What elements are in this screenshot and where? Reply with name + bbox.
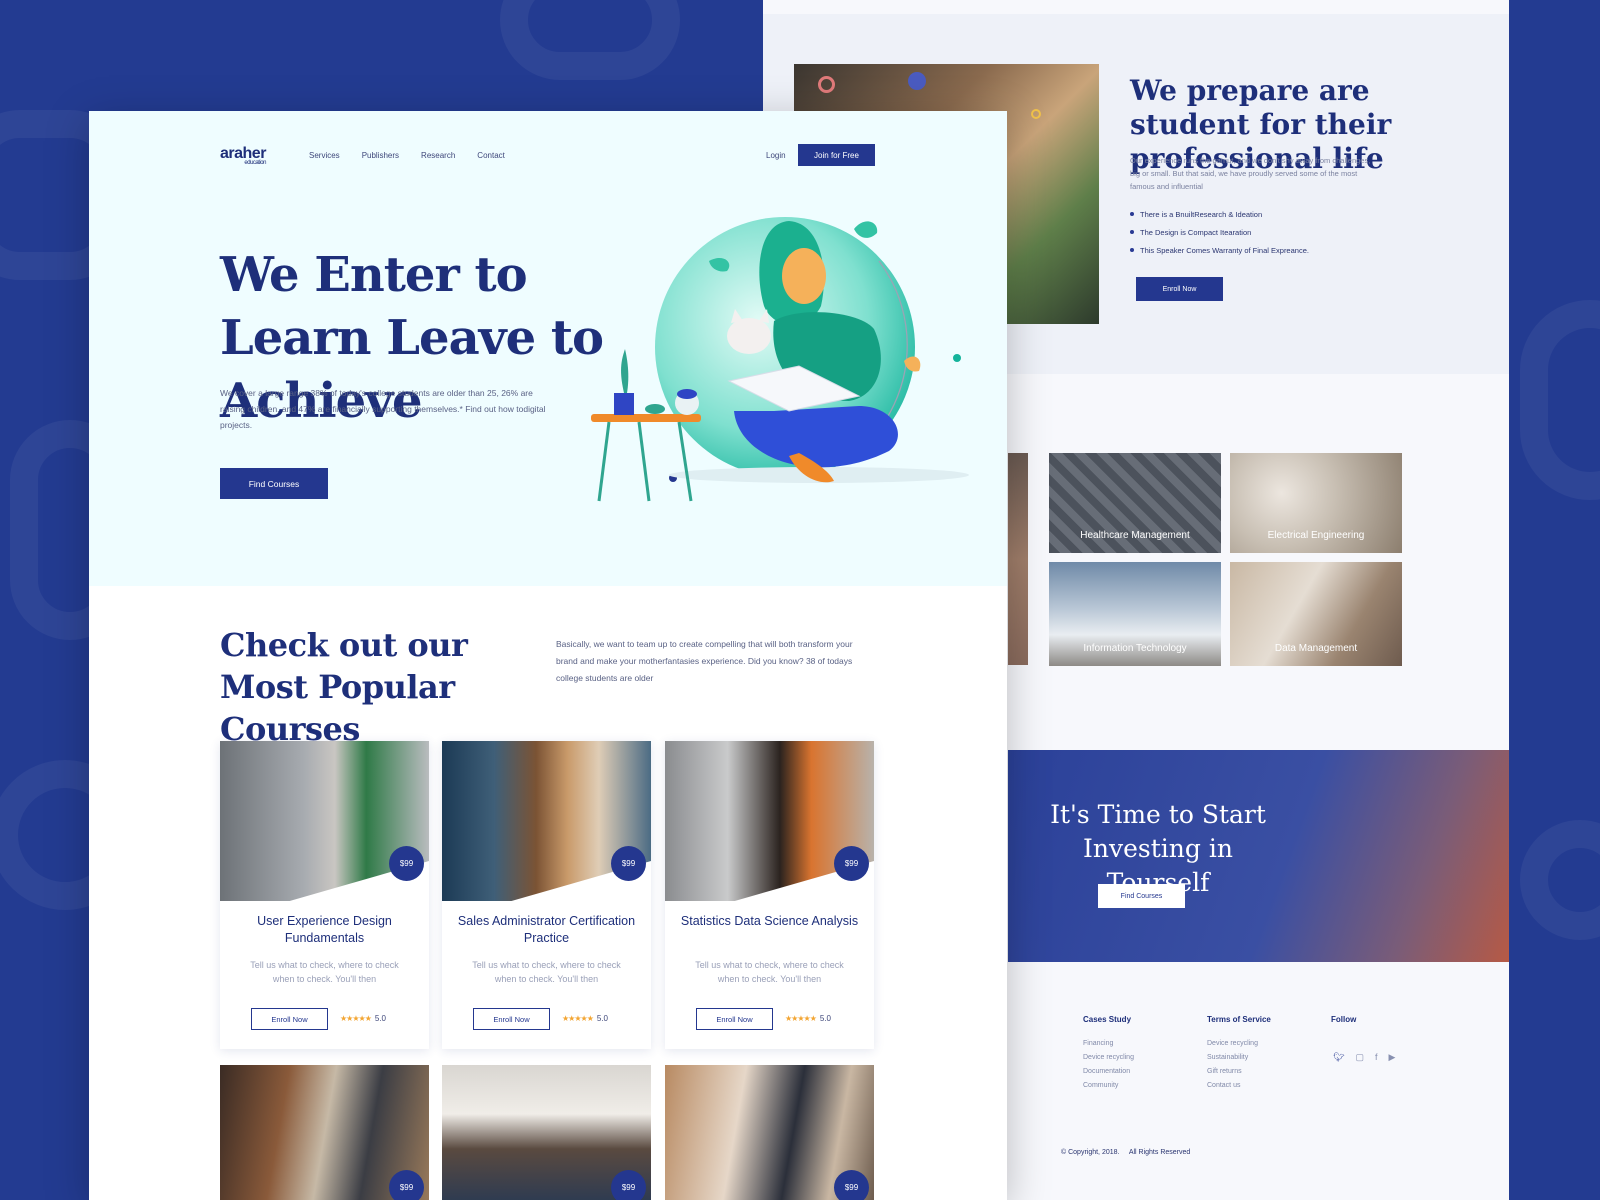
facebook-icon[interactable]: f xyxy=(1375,1052,1378,1063)
course-card[interactable]: $99 xyxy=(220,1065,429,1200)
front-page-preview: araher education Services Publishers Res… xyxy=(89,111,1007,1200)
course-description: Tell us what to check, where to check wh… xyxy=(250,960,399,984)
about-bullet: There is a BnuiltResearch & Ideation xyxy=(1130,210,1309,219)
nav-item-publishers[interactable]: Publishers xyxy=(362,151,399,160)
about-bullet: The Design is Compact Itearation xyxy=(1130,228,1309,237)
nav-item-services[interactable]: Services xyxy=(309,151,340,160)
background-decoration xyxy=(500,0,680,80)
enroll-now-button[interactable]: Enroll Now xyxy=(1136,277,1223,301)
category-tile-data[interactable]: Data Management xyxy=(1230,562,1402,666)
category-tile-electrical[interactable]: Electrical Engineering xyxy=(1230,453,1402,553)
footer-link[interactable]: Contact us xyxy=(1207,1082,1271,1089)
decor-ring xyxy=(1031,109,1041,119)
social-links: 🐦︎ ▢ f ▶ xyxy=(1333,1052,1395,1063)
course-card[interactable]: $99 User Experience Design Fundamentals … xyxy=(220,741,429,1049)
star-icons: ★★★★★ xyxy=(562,1014,594,1023)
footer-follow-column: Follow xyxy=(1331,1015,1356,1040)
find-courses-button[interactable]: Find Courses xyxy=(220,468,328,499)
login-link[interactable]: Login xyxy=(766,151,786,160)
courses-section-text: Basically, we want to team up to create … xyxy=(556,639,853,683)
footer-terms-column: Terms of Service Device recycling Sustai… xyxy=(1207,1015,1271,1096)
enroll-now-button[interactable]: Enroll Now xyxy=(251,1008,328,1030)
copyright: © Copyright, 2018. All Rights Reserved xyxy=(1061,1149,1190,1156)
about-text: Our experience runs the gamut, and we do… xyxy=(1130,156,1371,191)
about-bullet: This Speaker Comes Warranty of Final Exp… xyxy=(1130,246,1309,255)
rating-value: 5.0 xyxy=(819,1014,831,1023)
enroll-now-button[interactable]: Enroll Now xyxy=(473,1008,550,1030)
courses-section-title: Check out our Most Popular Courses xyxy=(220,626,468,748)
cta-banner: It's Time to Start Investing in Tourself… xyxy=(1008,750,1509,962)
footer-heading: Follow xyxy=(1331,1015,1357,1024)
star-icons: ★★★★★ xyxy=(340,1014,372,1023)
category-tile-it[interactable]: Information Technology xyxy=(1049,562,1221,666)
rights-text: All Rights Reserved xyxy=(1128,1149,1191,1156)
price-badge: $99 xyxy=(389,1170,424,1200)
footer-link[interactable]: Sustainability xyxy=(1207,1054,1271,1061)
footer-link[interactable]: Documentation xyxy=(1083,1068,1134,1075)
category-tile-cropped[interactable] xyxy=(1008,453,1028,665)
course-description: Tell us what to check, where to check wh… xyxy=(695,960,844,984)
youtube-icon[interactable]: ▶ xyxy=(1388,1052,1395,1063)
footer-heading: Terms of Service xyxy=(1207,1015,1271,1024)
join-button[interactable]: Join for Free xyxy=(798,144,875,166)
copyright-text: © Copyright, 2018. xyxy=(1061,1149,1120,1156)
main-nav: Services Publishers Research Contact xyxy=(309,151,505,160)
price-badge: $99 xyxy=(834,1170,869,1200)
category-label: Electrical Engineering xyxy=(1267,530,1365,541)
course-description: Tell us what to check, where to check wh… xyxy=(472,960,621,984)
price-badge: $99 xyxy=(611,846,646,881)
footer-cases-column: Cases Study Financing Device recycling D… xyxy=(1083,1015,1134,1096)
category-label: Data Management xyxy=(1274,643,1358,654)
instagram-icon[interactable]: ▢ xyxy=(1355,1052,1364,1063)
course-title: Statistics Data Science Analysis xyxy=(680,914,859,928)
footer-heading: Cases Study xyxy=(1083,1015,1132,1024)
footer-link[interactable]: Device recycling xyxy=(1083,1054,1134,1061)
star-icons: ★★★★★ xyxy=(785,1014,817,1023)
course-title: Sales Administrator Certification Practi… xyxy=(457,914,636,945)
footer-link[interactable]: Financing xyxy=(1083,1040,1134,1047)
background-decoration xyxy=(1520,300,1600,500)
course-card[interactable]: $99 xyxy=(665,1065,874,1200)
rating-value: 5.0 xyxy=(596,1014,608,1023)
price-badge: $99 xyxy=(389,846,424,881)
course-card[interactable]: $99 Statistics Data Science Analysis Tel… xyxy=(665,741,874,1049)
hero-section: araher education Services Publishers Res… xyxy=(89,111,1007,586)
footer-link[interactable]: Device recycling xyxy=(1207,1040,1271,1047)
decor-ring xyxy=(818,76,835,93)
course-rating: ★★★★★ 5.0 xyxy=(785,1014,831,1023)
course-title: User Experience Design Fundamentals xyxy=(257,914,392,945)
nav-item-contact[interactable]: Contact xyxy=(477,151,505,160)
brand-logo[interactable]: araher education xyxy=(220,145,266,166)
price-badge: $99 xyxy=(611,1170,646,1200)
enroll-now-button[interactable]: Enroll Now xyxy=(696,1008,773,1030)
cta-find-courses-button[interactable]: Find Courses xyxy=(1098,884,1185,908)
course-card[interactable]: $99 Sales Administrator Certification Pr… xyxy=(442,741,651,1049)
category-label: Information Technology xyxy=(1083,643,1187,654)
nav-item-research[interactable]: Research xyxy=(421,151,455,160)
category-tile-healthcare[interactable]: Healthcare Management xyxy=(1049,453,1221,553)
category-label: Healthcare Management xyxy=(1080,530,1190,541)
course-rating: ★★★★★ 5.0 xyxy=(562,1014,608,1023)
course-rating: ★★★★★ 5.0 xyxy=(340,1014,386,1023)
decor-dot xyxy=(908,72,926,90)
twitter-icon[interactable]: 🐦︎ xyxy=(1333,1052,1344,1063)
rating-value: 5.0 xyxy=(374,1014,386,1023)
footer-link[interactable]: Gift returns xyxy=(1207,1068,1271,1075)
course-card[interactable]: $99 xyxy=(442,1065,651,1200)
hero-text: We cover a large range 38% of today's co… xyxy=(220,388,546,430)
reading-illustration xyxy=(591,217,969,502)
price-badge: $99 xyxy=(834,846,869,881)
background-decoration xyxy=(1520,820,1600,940)
about-bullet-list: There is a BnuiltResearch & Ideation The… xyxy=(1130,210,1309,264)
footer-link[interactable]: Community xyxy=(1083,1082,1134,1089)
